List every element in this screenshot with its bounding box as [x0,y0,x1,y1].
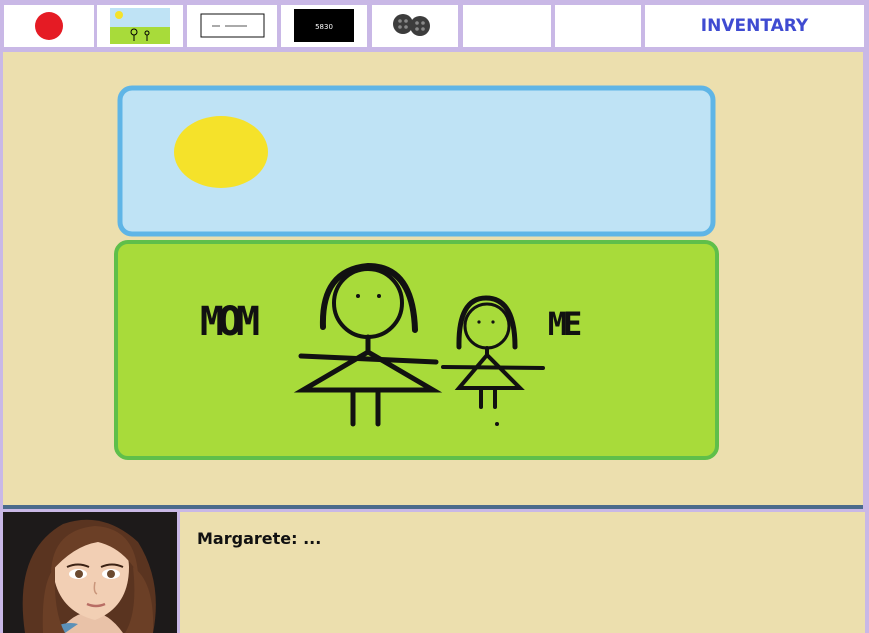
black-card-code: 5830 [315,23,333,31]
inventory-slot-drawing[interactable] [97,5,183,47]
buttons-icon [393,14,430,36]
red-dot-icon [35,12,63,40]
inventory-slot-empty-1[interactable] [463,5,551,47]
inventory-button[interactable]: INVENTARY [645,5,864,47]
dialog-text: Margarete: ... [197,529,322,548]
inventory-slot-red-dot[interactable] [4,5,94,47]
drawing-thumbnail-icon [110,8,170,44]
character-portrait [3,512,177,633]
inventory-slot-note-card[interactable] [187,5,277,47]
inventory-bar: 5830 INVENTARY [0,0,869,50]
inventory-label: INVENTARY [700,16,809,36]
inventory-slot-buttons[interactable] [372,5,458,47]
sun-icon [174,116,268,188]
scene-view: MOM ME [3,52,863,506]
me-label: ME [548,305,581,343]
black-card-icon: 5830 [294,9,354,42]
note-card-icon [200,13,265,38]
inventory-slot-black-card[interactable]: 5830 [281,5,367,47]
grass-panel [114,240,719,460]
scene-divider [3,505,863,509]
mom-label: MOM [200,299,259,345]
inventory-slot-empty-2[interactable] [555,5,641,47]
child-drawing[interactable]: MOM ME [3,52,863,506]
margarete-avatar [3,512,177,633]
dialog-box[interactable]: Margarete: ... [180,512,865,633]
